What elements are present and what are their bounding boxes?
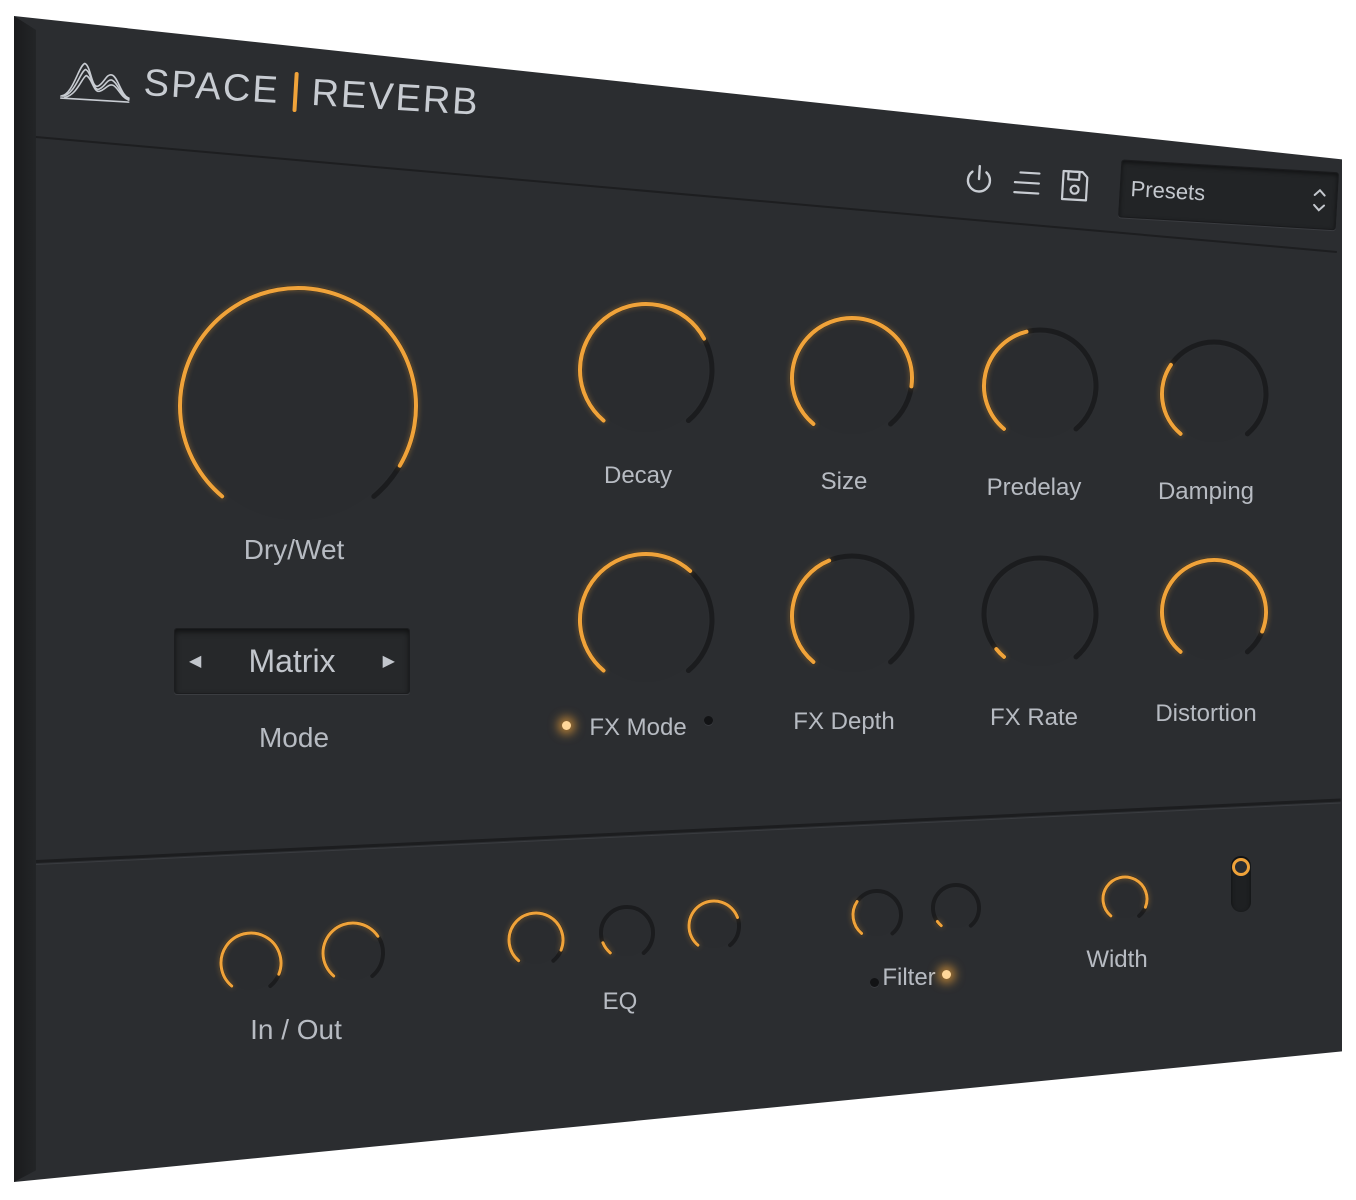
waveform-logo-icon [60,62,130,103]
knob-decay[interactable] [572,296,720,449]
label-damping: Damping [1157,478,1255,505]
knob-body [796,322,908,434]
label-in-out: In / Out [250,1014,342,1045]
knob-graphic [577,551,715,682]
knob-body [604,910,650,956]
knob-graphic [1101,875,1149,918]
presets-label: Presets [1129,176,1206,206]
knob-graphic [219,931,283,990]
knob-filter-high[interactable] [926,878,986,943]
label-fx-mode: FX Mode [589,714,687,741]
fx-mode-led-left[interactable] [562,721,571,730]
label-filter: Filter [882,964,936,991]
toggle-thumb[interactable] [1232,858,1250,876]
menu-icon [1013,171,1041,195]
label-predelay: Predelay [986,474,1082,501]
label-eq: EQ [602,988,638,1015]
label-width: Width [1086,946,1148,973]
knob-graphic [789,315,915,434]
knob-size[interactable] [784,310,920,451]
app-title-right: REVERB [310,71,481,124]
chevron-updown-icon [1313,188,1326,212]
mode-selector[interactable]: ◀ Matrix ▶ [174,628,410,694]
knob-body [1166,346,1262,442]
knob-graphic [1159,339,1269,442]
knob-body [326,926,380,980]
mode-next-arrow-icon[interactable]: ▶ [383,651,395,671]
knob-filter-low[interactable] [846,884,908,951]
knob-body [936,888,976,928]
knob-body [1166,564,1262,660]
knob-graphic [981,555,1099,666]
knob-graphic [931,883,981,928]
knob-body [512,916,560,964]
label-mode: Mode [258,722,330,753]
knob-graphic [507,911,565,964]
knob-eq-mid[interactable] [594,900,660,971]
knob-damping[interactable] [1154,334,1274,459]
label-decay: Decay [603,462,673,489]
knob-predelay[interactable] [976,322,1104,455]
bypass-toggle[interactable] [1231,856,1251,912]
knob-fx-depth[interactable] [784,548,920,689]
knob-input[interactable] [214,926,288,1005]
power-icon [966,164,992,193]
knob-graphic [321,921,385,980]
panel-edge [14,16,36,1182]
knob-graphic [599,905,655,956]
knob-fx-mode[interactable] [572,546,720,699]
knob-body [1106,880,1144,918]
knob-body [584,558,708,682]
label-size: Size [820,468,868,495]
label-fx-depth: FX Depth [793,708,895,735]
knob-graphic [177,285,419,520]
knob-graphic [687,899,741,948]
label-distortion: Distortion [1155,700,1257,727]
label-fx-rate: FX Rate [989,704,1079,731]
knob-graphic [789,553,915,672]
knob-eq-low[interactable] [502,906,570,979]
knob-body [184,292,412,520]
knob-distortion[interactable] [1154,552,1274,677]
filter-led-left[interactable] [870,978,879,987]
knob-fx-rate[interactable] [976,550,1104,683]
menu-button[interactable] [1009,162,1045,204]
knob-width[interactable] [1096,870,1154,933]
knob-body [224,936,278,990]
app-title-left: SPACE [142,61,281,112]
mode-prev-arrow-icon[interactable]: ◀ [189,651,201,671]
label-drywet: Dry/Wet [243,534,345,565]
knob-body [988,334,1092,438]
knob-body [796,560,908,672]
knob-body [692,904,736,948]
knob-output[interactable] [316,916,390,995]
knob-graphic [577,301,715,432]
mode-value: Matrix [248,642,336,679]
knob-graphic [1159,557,1269,660]
knob-eq-high[interactable] [682,894,746,963]
knob-graphic [851,889,903,936]
knob-graphic [981,327,1099,438]
fx-mode-led-right[interactable] [704,716,713,725]
knob-drywet[interactable] [172,280,424,537]
save-icon [1060,169,1089,202]
knob-body [584,308,708,432]
knob-body [988,562,1092,666]
filter-led-right[interactable] [942,970,951,979]
knob-body [856,894,898,936]
save-button[interactable] [1057,165,1093,207]
power-button[interactable] [961,159,997,201]
title-separator [292,71,299,113]
